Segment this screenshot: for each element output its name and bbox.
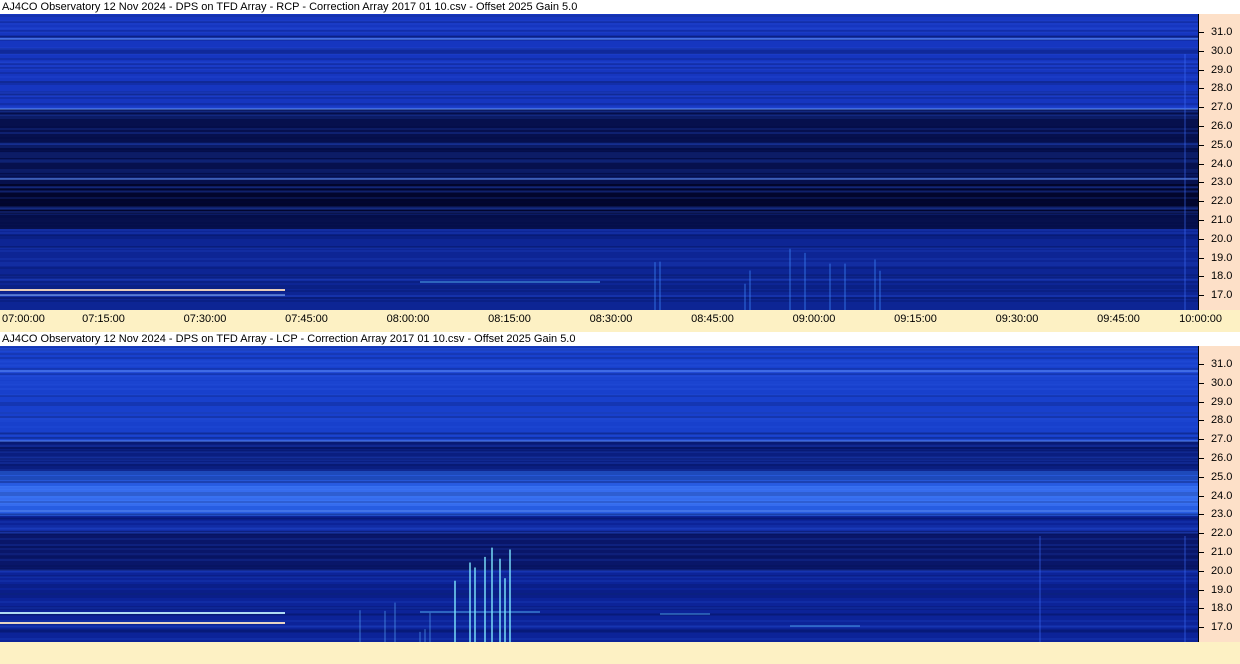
freq-tick-label: 25.0 — [1211, 138, 1233, 151]
freq-tick-label: 26.0 — [1211, 120, 1233, 132]
freq-tick-label: 19.0 — [1211, 583, 1233, 596]
freq-tick-mark — [1199, 182, 1204, 184]
freq-tick-label: 24.0 — [1211, 489, 1233, 502]
freq-tick-mark — [1199, 627, 1204, 629]
rcp-title: AJ4CO Observatory 12 Nov 2024 - DPS on T… — [0, 0, 1240, 14]
freq-tick-label: 31.0 — [1211, 26, 1233, 38]
time-tick-label: 07:45:00 — [285, 313, 328, 325]
freq-tick-mark — [1199, 608, 1204, 610]
freq-tick-mark — [1199, 514, 1204, 516]
time-tick-label: 09:45:00 — [1097, 313, 1140, 325]
time-tick-label: 09:00:00 — [792, 313, 836, 325]
freq-tick-label: 31.0 — [1211, 358, 1233, 370]
time-tick-label: 10:00:00 — [1179, 313, 1222, 325]
time-tick-label: 07:00:00 — [2, 313, 45, 325]
freq-tick-mark — [1199, 458, 1204, 459]
freq-tick-label: 22.0 — [1211, 195, 1233, 208]
freq-tick-mark — [1199, 88, 1204, 90]
freq-tick-label: 26.0 — [1211, 452, 1233, 464]
rcp-spectrogram — [0, 14, 1198, 310]
freq-tick-label: 19.0 — [1211, 251, 1233, 264]
time-tick-label: 07:15:00 — [82, 313, 125, 325]
freq-tick-mark — [1199, 295, 1204, 297]
freq-tick-label: 30.0 — [1211, 44, 1233, 57]
freq-tick-mark — [1199, 382, 1204, 384]
freq-tick-label: 28.0 — [1211, 82, 1233, 95]
freq-tick-label: 20.0 — [1211, 232, 1233, 245]
freq-tick-label: 25.0 — [1211, 470, 1233, 483]
freq-tick-mark — [1199, 552, 1204, 553]
time-axis: 07:00:00 07:15:00 07:30:00 07:45:00 08:00:00… — [0, 310, 1240, 328]
freq-tick-mark — [1199, 238, 1204, 240]
spectrogram-band — [0, 531, 1198, 571]
freq-tick-label: 30.0 — [1211, 376, 1233, 389]
freq-tick-label: 24.0 — [1211, 157, 1233, 170]
time-tick-label: 08:15:00 — [488, 313, 531, 325]
freq-tick-mark — [1199, 495, 1204, 497]
freq-tick-label: 27.0 — [1211, 101, 1233, 114]
freq-tick-mark — [1199, 69, 1204, 71]
freq-tick-label: 17.0 — [1211, 289, 1233, 302]
time-tick-label: 09:15:00 — [894, 313, 937, 325]
freq-tick-mark — [1199, 163, 1204, 165]
freq-tick-mark — [1199, 257, 1204, 259]
spectrogram-band — [0, 486, 1198, 506]
freq-tick-label: 18.0 — [1211, 270, 1233, 283]
freq-tick-mark — [1199, 401, 1204, 403]
time-tick-label: 08:30:00 — [589, 313, 633, 325]
freq-tick-label: 28.0 — [1211, 414, 1233, 427]
freq-tick-mark — [1199, 107, 1204, 109]
freq-tick-label: 23.0 — [1211, 176, 1233, 189]
freq-tick-mark — [1199, 420, 1204, 422]
freq-tick-mark — [1199, 144, 1204, 146]
freq-tick-label: 27.0 — [1211, 433, 1233, 446]
freq-tick-label: 29.0 — [1211, 395, 1233, 408]
freq-tick-label: 22.0 — [1211, 527, 1233, 540]
lcp-time-axis-blank — [0, 642, 1240, 664]
time-tick-label: 08:45:00 — [691, 313, 734, 325]
freq-tick-mark — [1199, 570, 1204, 572]
freq-tick-mark — [1199, 32, 1204, 33]
lcp-frequency-axis: 31.0 30.0 29.0 28.0 27.0 26.0 25.0 24.0 23.0 22.0… — [1198, 346, 1240, 642]
freq-tick-mark — [1199, 50, 1204, 52]
time-tick-label: 08:00:00 — [386, 313, 430, 325]
freq-tick-label: 17.0 — [1211, 621, 1233, 634]
freq-tick-label: 29.0 — [1211, 63, 1233, 76]
time-tick-label: 07:30:00 — [183, 313, 227, 325]
freq-tick-label: 20.0 — [1211, 564, 1233, 577]
freq-tick-mark — [1199, 533, 1204, 535]
freq-tick-mark — [1199, 201, 1204, 203]
freq-tick-mark — [1199, 476, 1204, 478]
freq-tick-mark — [1199, 364, 1204, 365]
freq-tick-label: 21.0 — [1211, 546, 1233, 558]
freq-tick-label: 18.0 — [1211, 602, 1233, 615]
freq-tick-mark — [1199, 220, 1204, 221]
time-tick-label: 09:30:00 — [995, 313, 1039, 325]
freq-tick-mark — [1199, 126, 1204, 127]
lcp-title: AJ4CO Observatory 12 Nov 2024 - DPS on T… — [0, 332, 1240, 346]
rcp-frequency-axis: 31.0 30.0 29.0 28.0 27.0 26.0 25.0 24.0 23.0 22.0… — [1198, 14, 1240, 310]
lcp-spectrogram — [0, 346, 1198, 642]
freq-tick-mark — [1199, 439, 1204, 441]
freq-tick-label: 23.0 — [1211, 508, 1233, 521]
freq-tick-mark — [1199, 276, 1204, 278]
freq-tick-mark — [1199, 589, 1204, 591]
freq-tick-label: 21.0 — [1211, 214, 1233, 226]
